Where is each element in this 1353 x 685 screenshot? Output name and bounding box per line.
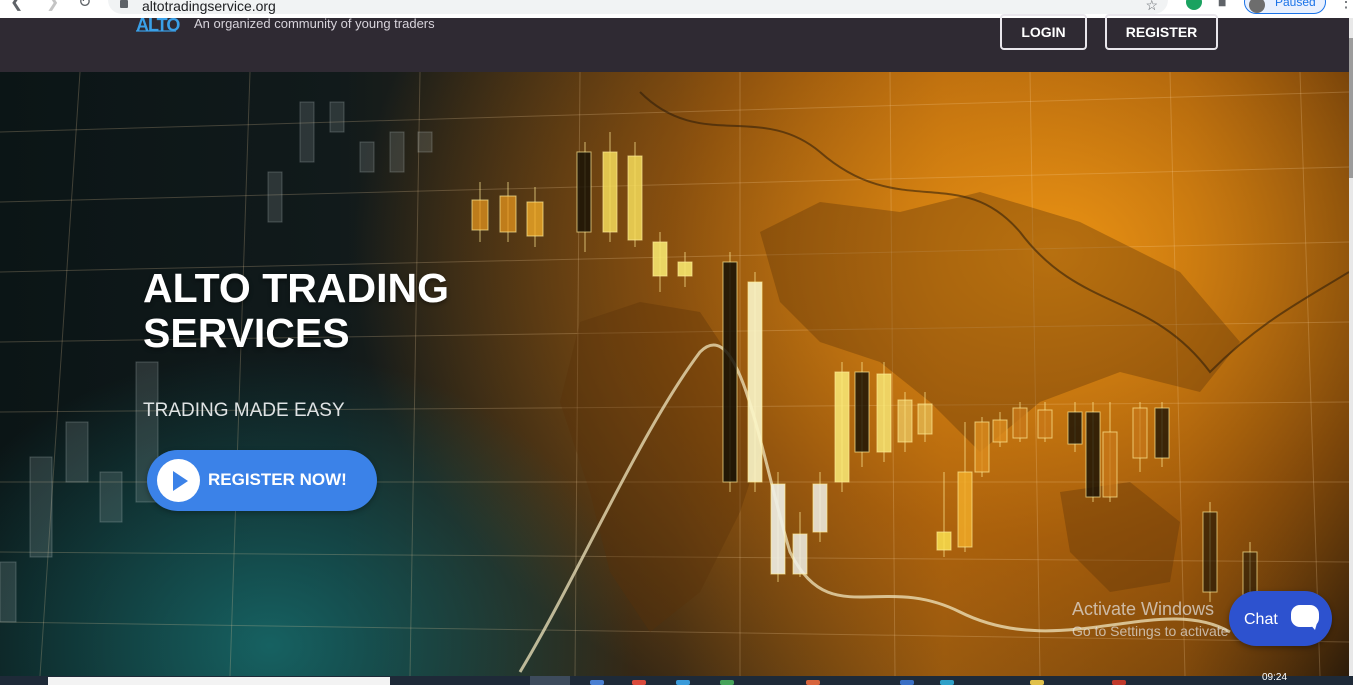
taskbar-app-icon[interactable] [900,680,914,685]
hero-banner: ALTO TRADING SERVICES TRADING MADE EASY … [0,72,1349,676]
kebab-menu-icon[interactable]: ⋮ [1338,0,1353,12]
taskbar-app-icon[interactable] [1112,680,1126,685]
site-tagline: An organized community of young traders [194,16,435,31]
chat-label: Chat [1244,611,1278,628]
back-arrow-icon[interactable]: ❮ [10,0,23,12]
register-now-button[interactable]: REGISTER NOW! [147,450,377,511]
taskbar-search-box[interactable] [48,677,390,685]
scrollbar-thumb[interactable] [1349,38,1353,178]
taskbar-app-icon[interactable] [632,680,646,685]
taskbar-app-icon[interactable] [590,680,604,685]
login-button[interactable]: LOGIN [1000,14,1087,50]
play-icon [157,459,200,502]
avatar [1249,0,1265,13]
address-bar[interactable]: altotradingservice.org ☆ [108,0,1168,14]
chat-widget-button[interactable]: Chat [1229,591,1332,646]
hero-title: ALTO TRADING SERVICES [143,265,449,356]
windows-taskbar: 09:24 [0,672,1353,685]
forward-arrow-icon[interactable]: ❯ [46,0,59,12]
reload-icon[interactable]: ↻ [78,0,91,12]
lock-icon [120,0,128,8]
star-icon[interactable]: ☆ [1145,0,1158,12]
puzzle-icon[interactable]: ■ [1218,0,1226,10]
site-header: ALTO An organized community of young tra… [0,14,1353,72]
taskbar-active-app[interactable] [530,676,570,685]
taskbar-app-icon[interactable] [720,680,734,685]
profile-status: Paused [1275,0,1316,9]
page-scrollbar[interactable] [1349,18,1353,676]
extension-icon[interactable] [1186,0,1202,10]
address-url[interactable]: altotradingservice.org [142,0,276,14]
chat-bubble-icon [1291,605,1319,630]
trading-background-image [0,72,1349,676]
logo-underline [136,30,176,32]
hero-subtitle: TRADING MADE EASY [143,400,345,421]
taskbar-app-icon[interactable] [676,680,690,685]
taskbar-app-icon[interactable] [940,680,954,685]
taskbar-clock: 09:24 [1262,672,1288,683]
profile-button[interactable]: Paused [1244,0,1326,14]
taskbar-app-icon[interactable] [806,680,820,685]
taskbar-app-icon[interactable] [1030,680,1044,685]
register-button[interactable]: REGISTER [1105,14,1218,50]
register-now-label: REGISTER NOW! [208,470,347,489]
